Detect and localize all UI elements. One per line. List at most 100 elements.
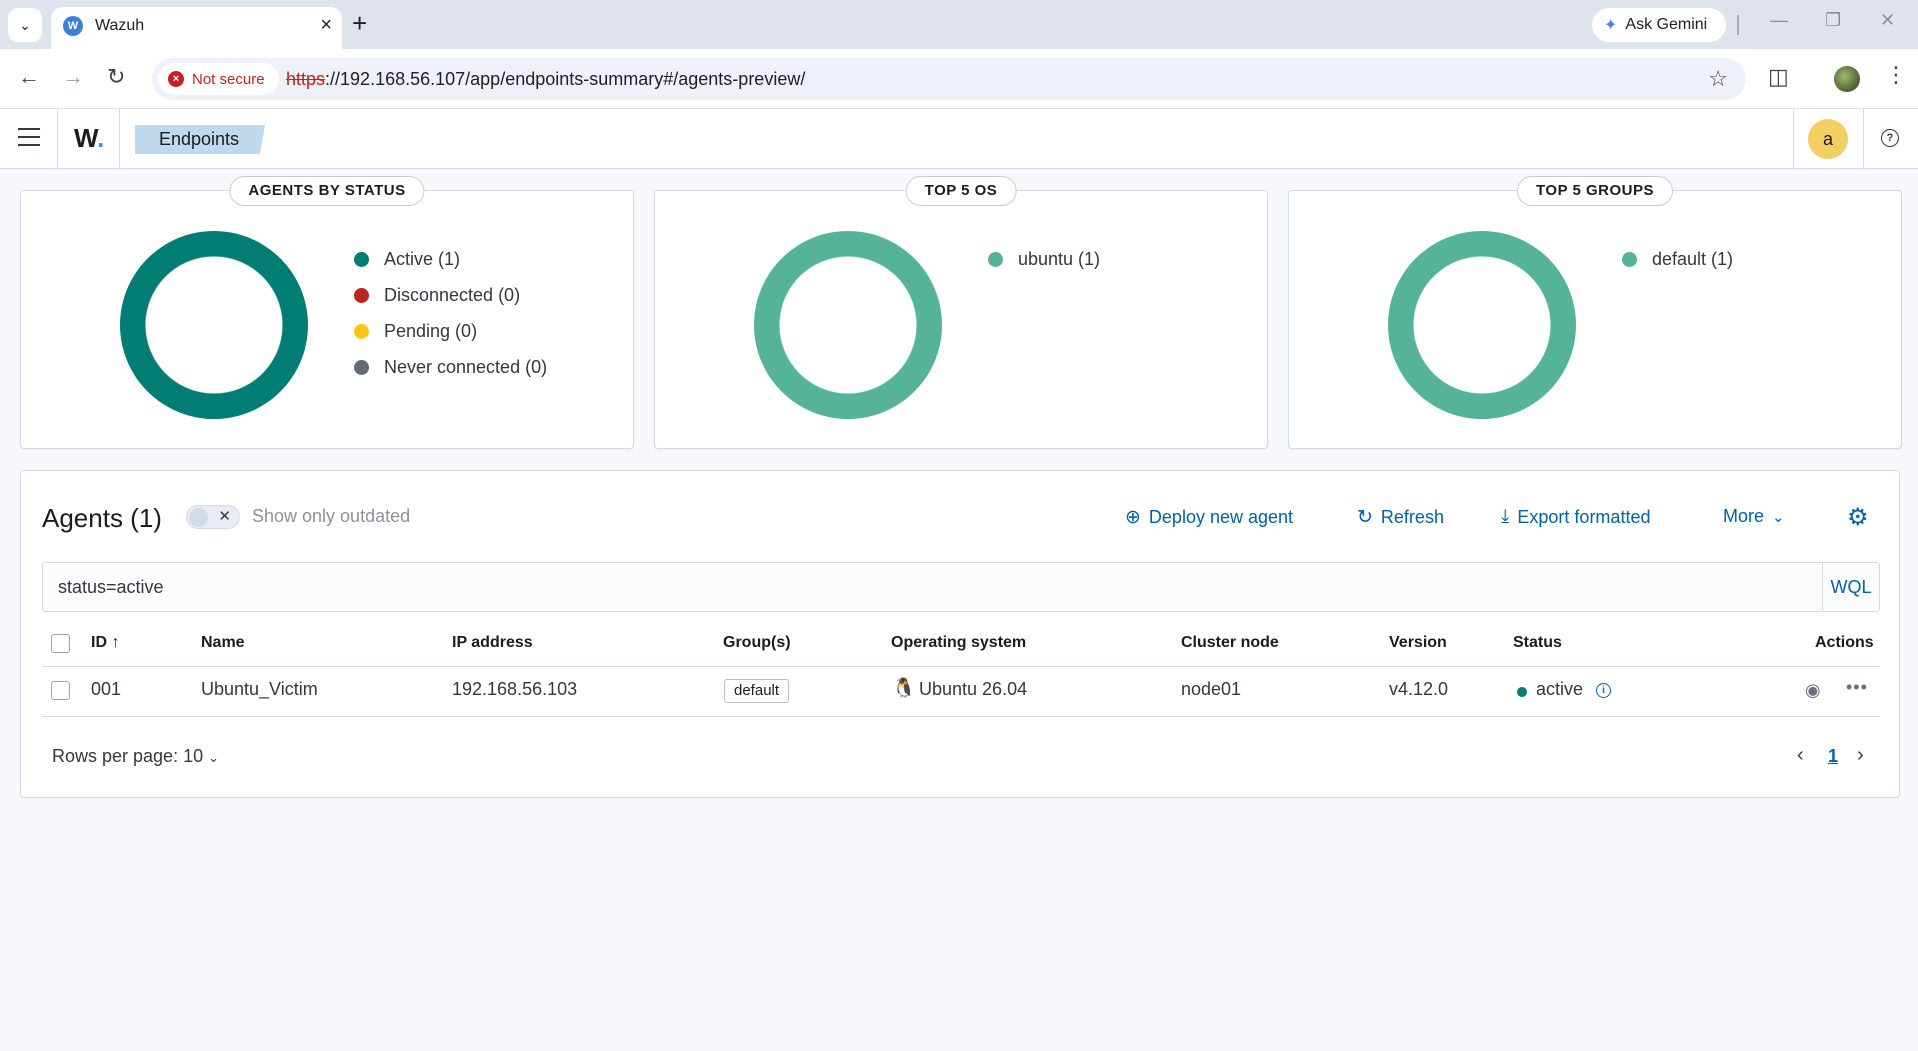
column-header-status[interactable]: Status bbox=[1513, 634, 1562, 652]
browser-toolbar: ← → ↻ × Not secure https://192.168.56.10… bbox=[0, 49, 1918, 109]
refresh-button[interactable]: ↻ Refresh bbox=[1357, 506, 1444, 529]
wql-button[interactable]: WQL bbox=[1822, 563, 1879, 611]
legend-label: default (1) bbox=[1652, 248, 1734, 269]
column-header-id[interactable]: ID ↑ bbox=[91, 634, 119, 652]
menu-hamburger-icon[interactable] bbox=[18, 128, 40, 146]
previous-page-icon[interactable]: ‹ bbox=[1797, 744, 1804, 767]
wazuh-favicon-icon: W bbox=[63, 16, 83, 36]
panel-title: AGENTS BY STATUS bbox=[229, 176, 425, 206]
help-icon[interactable]: ? bbox=[1881, 129, 1899, 147]
minimize-icon[interactable]: — bbox=[1770, 10, 1788, 31]
more-button[interactable]: More ⌄ bbox=[1723, 506, 1785, 527]
cell-version: v4.12.0 bbox=[1389, 679, 1449, 699]
legend-color-dot bbox=[354, 323, 369, 339]
browser-tab-strip: ⌄ W Wazuh × + ✦ Ask Gemini — ❐ ✕ bbox=[0, 0, 1918, 49]
column-header-groups[interactable]: Group(s) bbox=[723, 634, 791, 652]
status-dot bbox=[1517, 687, 1527, 697]
column-header-cluster-node[interactable]: Cluster node bbox=[1181, 634, 1279, 652]
group-badge[interactable]: default bbox=[724, 679, 790, 703]
not-secure-label: Not secure bbox=[192, 70, 265, 88]
legend-label: Disconnected (0) bbox=[384, 284, 521, 305]
url-scheme: https bbox=[286, 69, 326, 89]
gear-icon[interactable]: ⚙ bbox=[1847, 503, 1869, 532]
deploy-new-agent-button[interactable]: ⊕ Deploy new agent bbox=[1125, 506, 1293, 529]
column-header-name[interactable]: Name bbox=[201, 634, 245, 652]
address-bar[interactable]: × Not secure https://192.168.56.107/app/… bbox=[152, 58, 1746, 100]
legend-label: Never connected (0) bbox=[384, 356, 548, 377]
header-divider bbox=[119, 109, 120, 169]
new-tab-icon[interactable]: + bbox=[352, 8, 367, 38]
sort-ascending-icon: ↑ bbox=[111, 634, 120, 651]
extensions-puzzle-icon[interactable]: ◫ bbox=[1768, 64, 1789, 90]
warning-icon: × bbox=[168, 71, 184, 87]
page-number[interactable]: 1 bbox=[1828, 746, 1838, 767]
forward-arrow-icon[interactable]: → bbox=[62, 64, 84, 90]
cell-status: active bbox=[1536, 679, 1584, 699]
breadcrumb-endpoints[interactable]: Endpoints bbox=[135, 125, 266, 154]
wazuh-logo[interactable]: W. bbox=[74, 123, 104, 154]
gemini-sparkle-icon: ✦ bbox=[1604, 17, 1618, 34]
legend-label: Pending (0) bbox=[384, 320, 478, 341]
select-all-checkbox[interactable] bbox=[51, 634, 70, 653]
show-outdated-toggle[interactable]: ✕ bbox=[186, 505, 240, 529]
chevron-down-icon: ⌄ bbox=[208, 750, 220, 765]
status-donut-chart[interactable] bbox=[120, 231, 308, 419]
legend-item[interactable]: Disconnected (0) bbox=[354, 277, 547, 313]
reload-icon[interactable]: ↻ bbox=[107, 64, 125, 90]
linux-penguin-icon: 🐧 bbox=[892, 678, 916, 699]
browser-tab-wazuh[interactable]: W Wazuh × bbox=[51, 7, 342, 49]
status-legend: Active (1) Disconnected (0) Pending (0) Nev… bbox=[354, 241, 547, 385]
close-tab-icon[interactable]: × bbox=[320, 14, 332, 37]
cell-os: Ubuntu 26.04 bbox=[919, 679, 1028, 699]
top-5-groups-panel: TOP 5 GROUPS default (1) bbox=[1288, 176, 1902, 449]
panel-title: TOP 5 GROUPS bbox=[1517, 176, 1673, 206]
next-page-icon[interactable]: › bbox=[1857, 744, 1864, 767]
search-bar: WQL bbox=[42, 562, 1880, 612]
ask-gemini-label: Ask Gemini bbox=[1625, 16, 1708, 33]
header-divider bbox=[1863, 109, 1864, 169]
legend-item[interactable]: Never connected (0) bbox=[354, 349, 547, 385]
show-outdated-label: Show only outdated bbox=[252, 506, 411, 526]
header-divider bbox=[42, 666, 1880, 667]
row-checkbox[interactable] bbox=[51, 681, 70, 700]
info-icon[interactable]: i bbox=[1596, 683, 1611, 698]
back-arrow-icon[interactable]: ← bbox=[18, 64, 40, 90]
column-header-os[interactable]: Operating system bbox=[891, 634, 1026, 652]
legend-label: Active (1) bbox=[384, 248, 461, 269]
legend-item[interactable]: ubuntu (1) bbox=[988, 241, 1100, 277]
toggle-knob bbox=[189, 508, 208, 527]
groups-donut-chart[interactable] bbox=[1388, 231, 1576, 419]
legend-label: ubuntu (1) bbox=[1018, 248, 1101, 269]
url-text[interactable]: https://192.168.56.107/app/endpoints-sum… bbox=[286, 69, 805, 90]
search-input[interactable] bbox=[43, 563, 1823, 611]
not-secure-chip[interactable]: × Not secure bbox=[158, 63, 279, 95]
browser-menu-icon[interactable]: ⋮ bbox=[1885, 62, 1907, 88]
user-avatar[interactable]: a bbox=[1808, 119, 1848, 159]
legend-item[interactable]: default (1) bbox=[1622, 241, 1733, 277]
legend-item[interactable]: Active (1) bbox=[354, 241, 547, 277]
rows-per-page-select[interactable]: Rows per page: 10 ⌄ bbox=[52, 746, 219, 767]
panel-title: TOP 5 OS bbox=[905, 176, 1017, 206]
close-window-icon[interactable]: ✕ bbox=[1880, 10, 1895, 31]
profile-avatar[interactable] bbox=[1834, 66, 1860, 92]
header-divider bbox=[1793, 109, 1794, 169]
chevron-down-icon: ⌄ bbox=[19, 16, 31, 33]
agents-table-panel: Agents (1) ✕ Show only outdated ⊕ Deploy… bbox=[20, 470, 1900, 798]
export-formatted-button[interactable]: ⤓ Export formatted bbox=[1501, 506, 1650, 528]
legend-item[interactable]: Pending (0) bbox=[354, 313, 547, 349]
refresh-icon: ↻ bbox=[1357, 507, 1373, 528]
os-donut-chart[interactable] bbox=[754, 231, 942, 419]
restore-icon[interactable]: ❐ bbox=[1825, 10, 1841, 31]
tab-search-button[interactable]: ⌄ bbox=[8, 8, 42, 42]
column-header-version[interactable]: Version bbox=[1389, 634, 1447, 652]
header-divider bbox=[57, 109, 58, 169]
more-actions-icon[interactable]: ••• bbox=[1846, 677, 1868, 698]
ask-gemini-button[interactable]: ✦ Ask Gemini bbox=[1592, 8, 1726, 42]
bookmark-star-icon[interactable]: ☆ bbox=[1708, 66, 1728, 92]
column-header-actions: Actions bbox=[1815, 634, 1874, 651]
url-path: ://192.168.56.107/app/endpoints-summary#… bbox=[325, 69, 806, 89]
agents-title: Agents (1) bbox=[42, 503, 162, 533]
eye-icon[interactable]: ◉ bbox=[1805, 680, 1821, 701]
column-header-ip[interactable]: IP address bbox=[452, 634, 533, 652]
os-legend: ubuntu (1) bbox=[988, 241, 1100, 277]
